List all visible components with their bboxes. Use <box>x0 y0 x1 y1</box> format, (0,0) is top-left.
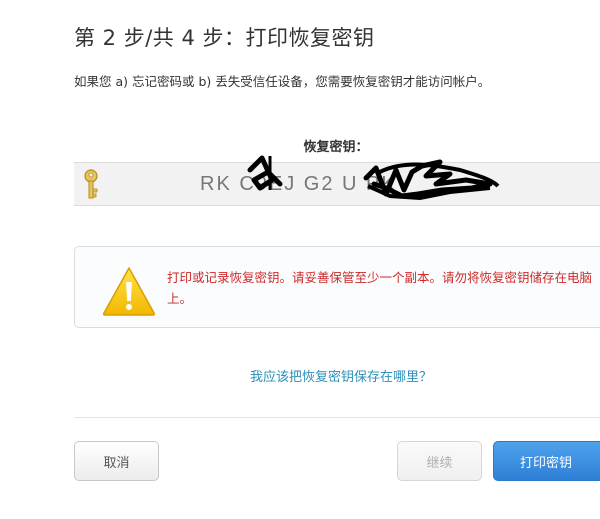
step-title: 第 2 步/共 4 步：打印恢复密钥 <box>74 26 375 50</box>
warning-message: 打印或记录恢复密钥。请妥善保管至少一个副本。请勿将恢复密钥储存在电脑上。 <box>167 270 593 306</box>
print-key-button[interactable]: 打印密钥 <box>493 441 600 481</box>
continue-button[interactable]: 继续 <box>397 441 482 481</box>
key-icon <box>84 169 98 199</box>
where-to-store-key-link[interactable]: 我应该把恢复密钥保存在哪里？ <box>0 366 600 385</box>
footer-divider <box>74 417 600 418</box>
recovery-key-step-page: 第 2 步/共 4 步：打印恢复密钥 如果您 a) 忘记密码或 b) 丢失受信任… <box>0 0 600 519</box>
step-description: 如果您 a) 忘记密码或 b) 丢失受信任设备，您需要恢复密钥才能访问帐户。 <box>74 74 491 89</box>
redaction-scribble <box>247 155 500 201</box>
warning-box: 打印或记录恢复密钥。请妥善保管至少一个副本。请勿将恢复密钥储存在电脑上。 <box>74 246 600 328</box>
cancel-button[interactable]: 取消 <box>74 441 159 481</box>
warning-triangle-icon <box>102 267 156 316</box>
